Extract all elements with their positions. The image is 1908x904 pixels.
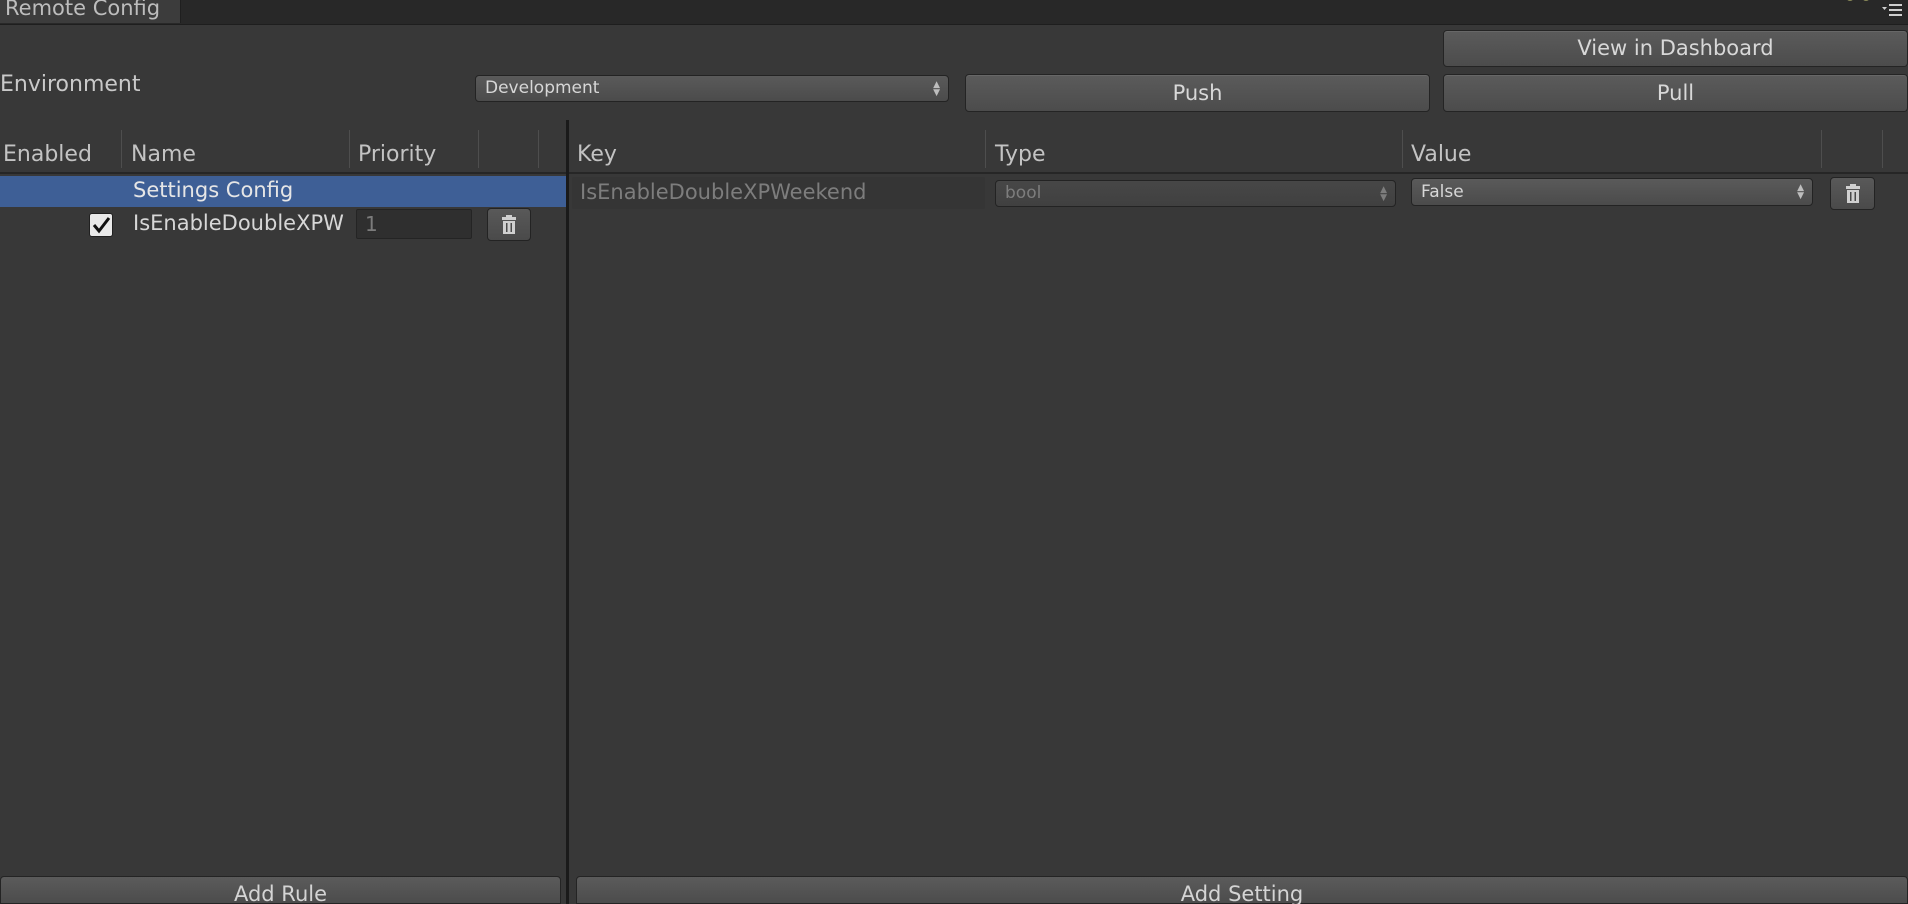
settings-config-row[interactable]: Settings Config xyxy=(0,176,566,207)
column-divider[interactable] xyxy=(538,130,539,168)
trash-icon xyxy=(502,215,516,234)
tab-remote-config[interactable]: Remote Config xyxy=(0,0,181,23)
column-divider[interactable] xyxy=(1882,130,1883,168)
setting-value-dropdown[interactable]: False ▲ ▼ xyxy=(1411,178,1813,206)
delete-setting-button[interactable] xyxy=(1830,177,1875,210)
tab-strip: Remote Config xyxy=(0,0,1908,25)
window-dots-icon xyxy=(1847,0,1869,1)
remote-config-window: Remote Config View in Dashboard Environm… xyxy=(0,0,1908,904)
delete-rule-button[interactable] xyxy=(487,208,531,241)
trash-icon xyxy=(1846,184,1860,203)
column-header-key[interactable]: Key xyxy=(577,142,617,167)
panel-splitter[interactable] xyxy=(566,120,569,904)
column-divider[interactable] xyxy=(478,130,479,168)
setting-type-value: bool xyxy=(1005,183,1042,203)
column-header-enabled[interactable]: Enabled xyxy=(3,142,92,167)
environment-value: Development xyxy=(485,78,600,98)
column-divider[interactable] xyxy=(1402,130,1403,168)
column-header-name[interactable]: Name xyxy=(131,142,196,167)
header-underline xyxy=(569,172,1908,174)
column-divider[interactable] xyxy=(121,130,122,168)
checkmark-icon xyxy=(92,217,111,234)
rule-name[interactable]: IsEnableDoubleXPW xyxy=(133,211,344,235)
header-underline xyxy=(0,172,566,174)
dropdown-arrows-icon: ▲ ▼ xyxy=(1797,183,1804,201)
settings-config-label: Settings Config xyxy=(133,178,294,202)
add-rule-button[interactable]: Add Rule xyxy=(0,876,561,904)
tab-menu-icon[interactable] xyxy=(1882,0,1902,20)
rule-enabled-checkbox[interactable] xyxy=(89,213,113,237)
column-header-priority[interactable]: Priority xyxy=(358,142,436,167)
column-divider[interactable] xyxy=(985,130,986,168)
dropdown-arrows-icon: ▲ ▼ xyxy=(933,79,940,98)
column-header-value[interactable]: Value xyxy=(1411,142,1471,167)
view-in-dashboard-button[interactable]: View in Dashboard xyxy=(1443,30,1908,67)
push-button[interactable]: Push xyxy=(965,74,1430,112)
column-header-type[interactable]: Type xyxy=(995,142,1046,167)
add-setting-button[interactable]: Add Setting xyxy=(576,876,1908,904)
rule-priority-field[interactable]: 1 xyxy=(356,209,472,239)
column-divider[interactable] xyxy=(1821,130,1822,168)
setting-value: False xyxy=(1421,182,1464,202)
environment-label: Environment xyxy=(0,72,141,97)
column-divider[interactable] xyxy=(349,130,350,168)
dropdown-arrows-icon: ▲ ▼ xyxy=(1380,184,1387,203)
setting-type-dropdown[interactable]: bool ▲ ▼ xyxy=(995,180,1396,207)
environment-dropdown[interactable]: Development ▲ ▼ xyxy=(475,75,949,102)
setting-key-field[interactable]: IsEnableDoubleXPWeekend xyxy=(572,177,985,209)
pull-button[interactable]: Pull xyxy=(1443,74,1908,112)
